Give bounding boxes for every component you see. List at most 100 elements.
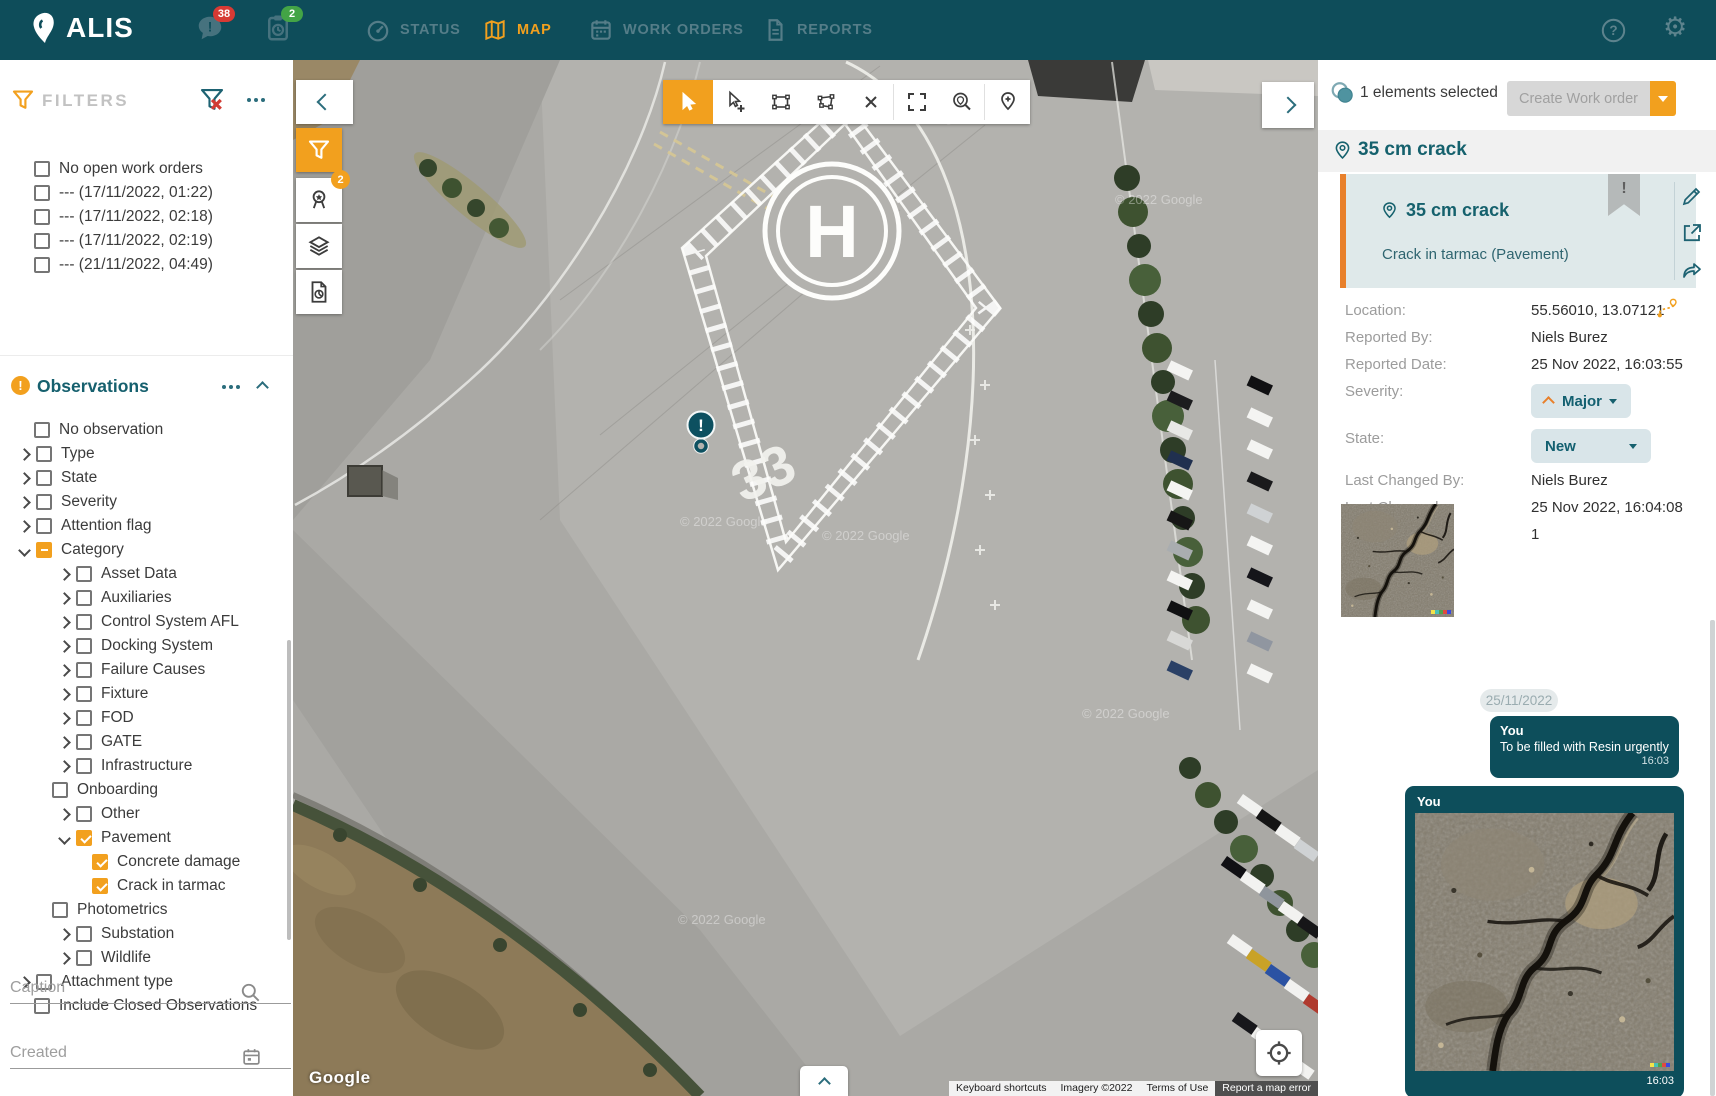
expand-icon[interactable]	[58, 760, 71, 773]
collapse-section-icon[interactable]	[256, 381, 269, 394]
expand-icon[interactable]	[58, 688, 71, 701]
search-location-button[interactable]	[939, 80, 984, 124]
checkbox-checked[interactable]	[76, 830, 92, 846]
expand-icon[interactable]	[18, 472, 31, 485]
observations-menu-button[interactable]	[222, 385, 240, 389]
state-dropdown[interactable]: New	[1531, 429, 1651, 463]
checkbox[interactable]	[76, 566, 92, 582]
map-filter-button[interactable]	[296, 128, 342, 172]
settings-button[interactable]: ⚙	[1663, 14, 1687, 41]
collapse-left-panel-button[interactable]	[296, 80, 353, 124]
report-map-error-link[interactable]: Report a map error	[1215, 1081, 1318, 1096]
checkbox[interactable]	[36, 446, 52, 462]
calendar-picker-icon[interactable]	[241, 1046, 262, 1067]
checkbox[interactable]	[34, 257, 50, 273]
help-button[interactable]: ?	[1600, 17, 1627, 44]
edit-button[interactable]	[1680, 184, 1704, 208]
checkbox[interactable]	[76, 926, 92, 942]
checkbox[interactable]	[36, 470, 52, 486]
expand-bottom-panel-button[interactable]	[800, 1066, 848, 1096]
add-marker-button[interactable]	[985, 80, 1030, 124]
observation-card[interactable]: 35 cm crack Crack in tarmac (Pavement) !	[1340, 174, 1696, 288]
collapse-icon[interactable]	[58, 832, 71, 845]
work-orders-notification-button[interactable]: 2	[263, 13, 297, 47]
checkbox[interactable]	[36, 518, 52, 534]
chat-image[interactable]	[1415, 813, 1674, 1071]
gear-icon: ⚙	[1663, 12, 1687, 43]
checkbox[interactable]	[34, 161, 50, 177]
checkbox[interactable]	[34, 185, 50, 201]
checkbox-indeterminate[interactable]	[36, 542, 52, 558]
checkbox[interactable]	[76, 950, 92, 966]
expand-icon[interactable]	[58, 664, 71, 677]
checkbox[interactable]	[34, 233, 50, 249]
expand-icon[interactable]	[58, 616, 71, 629]
rectangle-select-tool-button[interactable]	[758, 80, 803, 124]
collapse-right-panel-button[interactable]	[1262, 82, 1314, 128]
nav-item-map[interactable]: MAP	[482, 0, 552, 60]
create-work-order-dropdown[interactable]	[1650, 81, 1676, 116]
add-to-selection-tool-button[interactable]	[713, 80, 758, 124]
checkbox[interactable]	[76, 758, 92, 774]
checkbox[interactable]	[34, 422, 50, 438]
open-external-button[interactable]	[1680, 221, 1704, 245]
report-document-button[interactable]	[296, 270, 342, 314]
field-value: 25 Nov 2022, 16:04:08	[1531, 499, 1683, 519]
expand-icon[interactable]	[58, 952, 71, 965]
alis-logo[interactable]: ALIS	[30, 10, 134, 46]
expand-icon[interactable]	[58, 568, 71, 581]
checkbox[interactable]	[76, 638, 92, 654]
badges-button[interactable]: 2	[296, 178, 342, 222]
checkbox[interactable]	[36, 494, 52, 510]
nav-item-work-orders[interactable]: WORK ORDERS	[588, 0, 744, 60]
checkbox[interactable]	[76, 710, 92, 726]
checkbox[interactable]	[52, 782, 68, 798]
polygon-select-tool-button[interactable]	[803, 80, 848, 124]
checkbox[interactable]	[76, 734, 92, 750]
terms-of-use-link[interactable]: Terms of Use	[1139, 1081, 1215, 1096]
checkbox-checked[interactable]	[92, 878, 108, 894]
collapse-icon[interactable]	[18, 544, 31, 557]
expand-icon[interactable]	[58, 712, 71, 725]
severity-dropdown[interactable]: Major	[1531, 384, 1631, 418]
checkbox[interactable]	[52, 902, 68, 918]
share-button[interactable]	[1680, 258, 1704, 282]
satellite-map[interactable]: H	[293, 60, 1318, 1096]
fullscreen-button[interactable]	[894, 80, 939, 124]
nav-item-reports[interactable]: REPORTS	[762, 0, 873, 60]
expand-icon[interactable]	[18, 496, 31, 509]
message-text: To be filled with Resin urgently	[1500, 740, 1669, 754]
clear-selection-tool-button[interactable]	[848, 80, 893, 124]
filters-menu-button[interactable]	[247, 98, 265, 102]
checkbox[interactable]	[34, 209, 50, 225]
select-tool-button[interactable]	[663, 80, 713, 124]
panel-scrollbar[interactable]	[1710, 620, 1715, 1096]
create-work-order-button[interactable]: Create Work order	[1507, 81, 1676, 116]
expand-icon[interactable]	[58, 808, 71, 821]
attention-flag-ribbon[interactable]: !	[1608, 174, 1640, 216]
expand-icon[interactable]	[58, 640, 71, 653]
expand-icon[interactable]	[58, 736, 71, 749]
sidebar-scrollbar[interactable]	[287, 640, 291, 940]
expand-icon[interactable]	[58, 928, 71, 941]
checkbox-checked[interactable]	[92, 854, 108, 870]
google-logo[interactable]: Google	[309, 1068, 371, 1088]
message-time: 16:03	[1500, 755, 1669, 767]
checkbox[interactable]	[76, 806, 92, 822]
expand-icon[interactable]	[18, 520, 31, 533]
checkbox[interactable]	[76, 614, 92, 630]
route-button[interactable]	[1655, 297, 1678, 320]
checkbox[interactable]	[76, 686, 92, 702]
nav-item-status[interactable]: STATUS	[365, 0, 461, 60]
notifications-button[interactable]: ! 38	[195, 13, 229, 47]
attachment-thumbnail[interactable]	[1341, 504, 1454, 617]
layers-icon	[306, 233, 332, 259]
keyboard-shortcuts-link[interactable]: Keyboard shortcuts	[949, 1081, 1053, 1096]
my-location-button[interactable]	[1256, 1030, 1302, 1076]
clear-filters-button[interactable]	[197, 85, 227, 115]
checkbox[interactable]	[76, 590, 92, 606]
expand-icon[interactable]	[58, 592, 71, 605]
layers-button[interactable]	[296, 224, 342, 268]
expand-icon[interactable]	[18, 448, 31, 461]
checkbox[interactable]	[76, 662, 92, 678]
